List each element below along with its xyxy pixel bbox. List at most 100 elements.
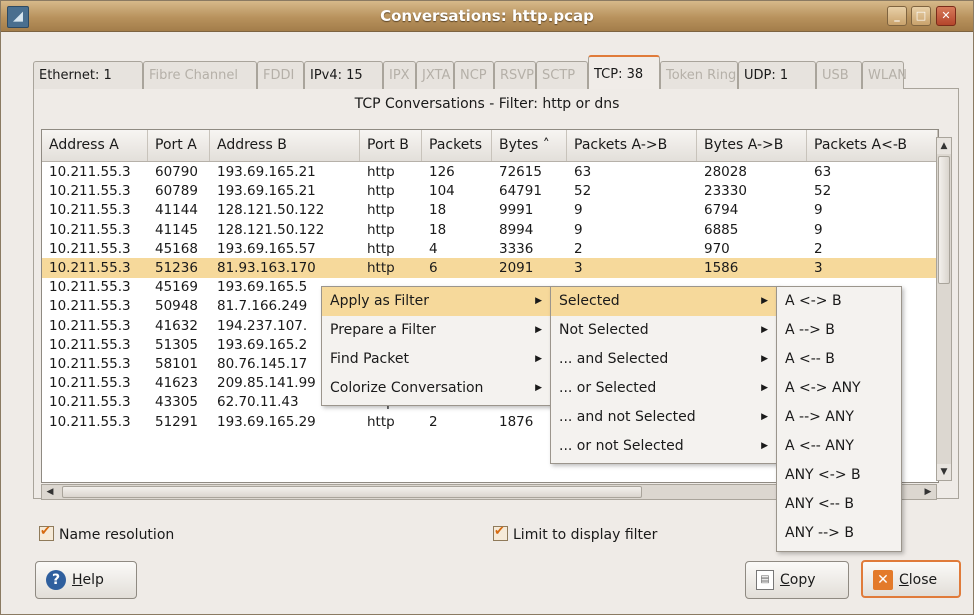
table-cell: 193.69.165.29 xyxy=(217,413,316,430)
table-cell: 10.211.55.3 xyxy=(49,356,131,372)
maximize-button[interactable]: □ xyxy=(911,6,931,26)
table-row[interactable]: 10.211.55.3 60789 193.69.165.21 http 104 6479… xyxy=(42,181,938,201)
table-cell: http xyxy=(367,164,395,180)
close-mnemonic: C xyxy=(899,572,909,588)
table-cell: 3 xyxy=(574,260,583,276)
menu-item-label: ... or not Selected xyxy=(559,438,684,454)
table-cell: http xyxy=(367,240,395,257)
table-cell: 10.211.55.3 xyxy=(49,394,131,411)
table-cell: 64791 xyxy=(499,183,542,200)
submenu-arrow-icon: ▶ xyxy=(761,296,768,306)
table-cell: 10.211.55.3 xyxy=(49,279,131,296)
menu-item[interactable]: ... and not Selected ▶ xyxy=(551,403,776,432)
menu-item[interactable]: ANY <-> B xyxy=(777,461,899,490)
menu-item[interactable]: ... or Selected ▶ xyxy=(551,374,776,403)
column-header[interactable]: Bytes ˄ xyxy=(492,130,567,161)
table-cell: 10.211.55.3 xyxy=(49,240,131,257)
help-button[interactable]: ? Help xyxy=(35,561,137,599)
table-row[interactable]: 10.211.55.3 60790 193.69.165.21 http 126 7261… xyxy=(42,162,938,182)
scroll-left-icon[interactable]: ◀ xyxy=(42,485,58,499)
menu-item[interactable]: Find Packet ▶ xyxy=(322,345,550,374)
copy-button[interactable]: ▤ Copy xyxy=(745,561,849,599)
tab-ethernet[interactable]: Ethernet: 1 xyxy=(33,61,143,89)
menu-item-label: Colorize Conversation xyxy=(330,380,484,396)
column-header[interactable]: Bytes A->B xyxy=(697,130,807,161)
column-header[interactable]: Packets xyxy=(422,130,492,161)
menu-item[interactable]: Selected ▶ xyxy=(551,287,776,316)
menu-item[interactable]: Prepare a Filter ▶ xyxy=(322,316,550,345)
close-icon: ✕ xyxy=(873,570,893,590)
close-button[interactable]: ✕ Close xyxy=(861,560,961,598)
column-header[interactable]: Port B xyxy=(360,130,422,161)
menu-item[interactable]: ANY <-- B xyxy=(777,490,899,519)
menu-item[interactable]: A <-- B xyxy=(777,345,899,374)
table-cell: 60790 xyxy=(155,164,198,180)
column-header[interactable]: Packets A<-B xyxy=(807,130,938,161)
scroll-down-icon[interactable]: ▼ xyxy=(937,464,951,480)
column-header[interactable]: Packets A->B xyxy=(567,130,697,161)
menu-item-label: ANY <-- B xyxy=(785,496,854,512)
scroll-up-icon[interactable]: ▲ xyxy=(937,138,951,154)
table-cell: 3 xyxy=(814,260,823,276)
filter-label: TCP Conversations - Filter: http or dns xyxy=(354,96,620,112)
table-cell: 43305 xyxy=(155,394,198,411)
horizontal-scroll-thumb[interactable] xyxy=(62,486,642,498)
tab-udp[interactable]: UDP: 1 xyxy=(738,61,816,89)
tab-ipv4[interactable]: IPv4: 15 xyxy=(304,61,383,89)
table-cell: 51305 xyxy=(155,336,198,353)
table-cell: 10.211.55.3 xyxy=(49,298,131,315)
column-header[interactable]: Address B xyxy=(210,130,360,161)
menu-item-label: ... and Selected xyxy=(559,351,669,367)
title-bar[interactable]: ◢ Conversations: http.pcap _ □ ✕ xyxy=(1,1,973,32)
table-row[interactable]: 10.211.55.3 41144 128.121.50.122 http 18 9991… xyxy=(42,200,938,220)
menu-item[interactable]: ... or not Selected ▶ xyxy=(551,432,776,461)
minimize-button[interactable]: _ xyxy=(887,6,907,26)
table-cell: 58101 xyxy=(155,356,198,372)
tab-jxta: JXTA xyxy=(416,61,454,89)
menu-item[interactable]: A <-> ANY xyxy=(777,374,899,403)
column-header[interactable]: Address A xyxy=(42,130,148,161)
menu-item[interactable]: A <-> B xyxy=(777,287,899,316)
menu-item[interactable]: Not Selected ▶ xyxy=(551,316,776,345)
table-row[interactable]: 10.211.55.3 41145 128.121.50.122 http 18 8994… xyxy=(42,220,938,240)
tab-fddi: FDDI xyxy=(257,61,304,89)
tab-usb: USB xyxy=(816,61,862,89)
tab-fibre-channel: Fibre Channel xyxy=(143,61,257,89)
table-cell: 60789 xyxy=(155,183,198,200)
column-header[interactable]: Port A xyxy=(148,130,210,161)
checkbox-checked-icon[interactable] xyxy=(39,524,54,541)
menu-item[interactable]: Colorize Conversation ▶ xyxy=(322,374,550,403)
submenu-arrow-icon: ▶ xyxy=(535,296,542,306)
table-row[interactable]: 10.211.55.3 51236 81.93.163.170 http 6 2091 3 1… xyxy=(42,258,938,278)
menu-item[interactable]: A --> B xyxy=(777,316,899,345)
menu-item[interactable]: ANY --> B xyxy=(777,519,899,548)
menu-item[interactable]: Apply as Filter ▶ xyxy=(322,287,550,316)
scroll-right-icon[interactable]: ▶ xyxy=(920,485,936,499)
menu-item-label: Prepare a Filter xyxy=(330,322,436,338)
help-icon: ? xyxy=(46,570,66,590)
table-cell: http xyxy=(367,221,395,238)
menu-item-label: ANY --> B xyxy=(785,525,854,541)
close-icon: ✕ xyxy=(941,9,951,22)
vertical-scroll-thumb[interactable] xyxy=(938,156,950,284)
table-cell: 2 xyxy=(574,240,583,257)
menu-item[interactable]: A <-- ANY xyxy=(777,432,899,461)
tab-tcp[interactable]: TCP: 38 xyxy=(588,55,660,89)
limit-filter-label: Limit to display filter xyxy=(513,527,658,543)
menu-item[interactable]: ... and Selected ▶ xyxy=(551,345,776,374)
table-cell: 2091 xyxy=(499,260,534,276)
table-cell: 128.121.50.122 xyxy=(217,221,325,238)
table-row[interactable]: 10.211.55.3 45168 193.69.165.57 http 4 3336 2 9… xyxy=(42,239,938,259)
table-cell: http xyxy=(367,260,395,276)
menu-item-label: A <-> B xyxy=(785,293,842,309)
tab-sctp: SCTP xyxy=(536,61,588,89)
checkbox-checked-icon[interactable] xyxy=(493,524,508,541)
name-resolution-checkbox[interactable]: Name resolution xyxy=(39,524,174,543)
vertical-scrollbar[interactable]: ▲ ▼ xyxy=(936,137,952,481)
menu-item[interactable]: A --> ANY xyxy=(777,403,899,432)
table-cell: 9 xyxy=(574,202,583,219)
window-close-button[interactable]: ✕ xyxy=(936,6,956,26)
table-cell: 51236 xyxy=(155,260,198,276)
limit-filter-checkbox[interactable]: Limit to display filter xyxy=(493,524,658,543)
minimize-icon: _ xyxy=(894,9,900,22)
